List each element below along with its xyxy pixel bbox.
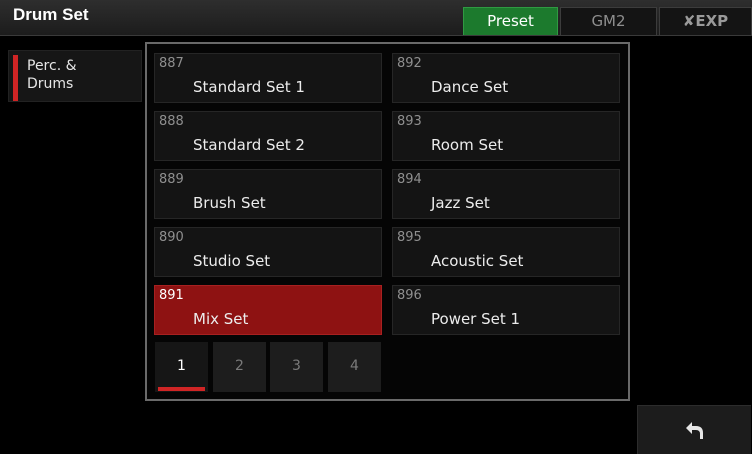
voice-name: Brush Set (193, 194, 266, 212)
voice-name: Standard Set 1 (193, 78, 305, 96)
back-button[interactable] (637, 405, 751, 454)
page-title: Drum Set (13, 5, 89, 24)
voice-name: Standard Set 2 (193, 136, 305, 154)
tab-preset[interactable]: Preset (463, 7, 558, 35)
voice-number: 889 (159, 172, 184, 187)
page-number: 4 (350, 358, 359, 374)
voice-item-889[interactable]: 889 Brush Set (154, 169, 382, 219)
page-active-indicator (158, 387, 205, 391)
tab-exp-label: EXP (695, 12, 729, 30)
page-button-3[interactable]: 3 (270, 342, 323, 392)
voice-number: 887 (159, 56, 184, 71)
voice-item-892[interactable]: 892 Dance Set (392, 53, 620, 103)
voice-item-894[interactable]: 894 Jazz Set (392, 169, 620, 219)
voice-number: 890 (159, 230, 184, 245)
category-label: Perc. & Drums (27, 58, 77, 92)
tab-gm2[interactable]: GM2 (560, 7, 657, 35)
voice-name: Dance Set (431, 78, 509, 96)
voice-item-888[interactable]: 888 Standard Set 2 (154, 111, 382, 161)
page-number: 3 (292, 358, 301, 374)
tab-preset-label: Preset (487, 12, 534, 30)
category-perc-drums[interactable]: Perc. & Drums (8, 50, 142, 102)
voice-name: Jazz Set (431, 194, 490, 212)
tab-gm2-label: GM2 (591, 12, 626, 30)
voice-name: Mix Set (193, 310, 249, 328)
voice-number: 891 (159, 288, 184, 303)
page-button-1[interactable]: 1 (155, 342, 208, 392)
voice-number: 893 (397, 114, 422, 129)
page-number: 2 (235, 358, 244, 374)
voice-number: 892 (397, 56, 422, 71)
category-selected-indicator (13, 55, 18, 101)
voice-item-887[interactable]: 887 Standard Set 1 (154, 53, 382, 103)
voice-item-893[interactable]: 893 Room Set (392, 111, 620, 161)
voice-number: 894 (397, 172, 422, 187)
voice-name: Acoustic Set (431, 252, 524, 270)
voice-name: Power Set 1 (431, 310, 521, 328)
voice-name: Room Set (431, 136, 504, 154)
voice-item-895[interactable]: 895 Acoustic Set (392, 227, 620, 277)
voice-item-890[interactable]: 890 Studio Set (154, 227, 382, 277)
page-number: 1 (177, 358, 186, 374)
return-arrow-icon (686, 422, 703, 439)
page-button-4[interactable]: 4 (328, 342, 381, 392)
tab-exp[interactable]: ✘EXP (659, 7, 752, 35)
voice-number: 888 (159, 114, 184, 129)
header-bar: Drum Set Preset GM2 ✘EXP (0, 0, 752, 36)
x-logo-icon: ✘ (682, 12, 696, 30)
voice-number: 896 (397, 288, 422, 303)
voice-name: Studio Set (193, 252, 271, 270)
page-button-2[interactable]: 2 (213, 342, 266, 392)
voice-item-891[interactable]: 891 Mix Set (154, 285, 382, 335)
voice-item-896[interactable]: 896 Power Set 1 (392, 285, 620, 335)
voice-number: 895 (397, 230, 422, 245)
